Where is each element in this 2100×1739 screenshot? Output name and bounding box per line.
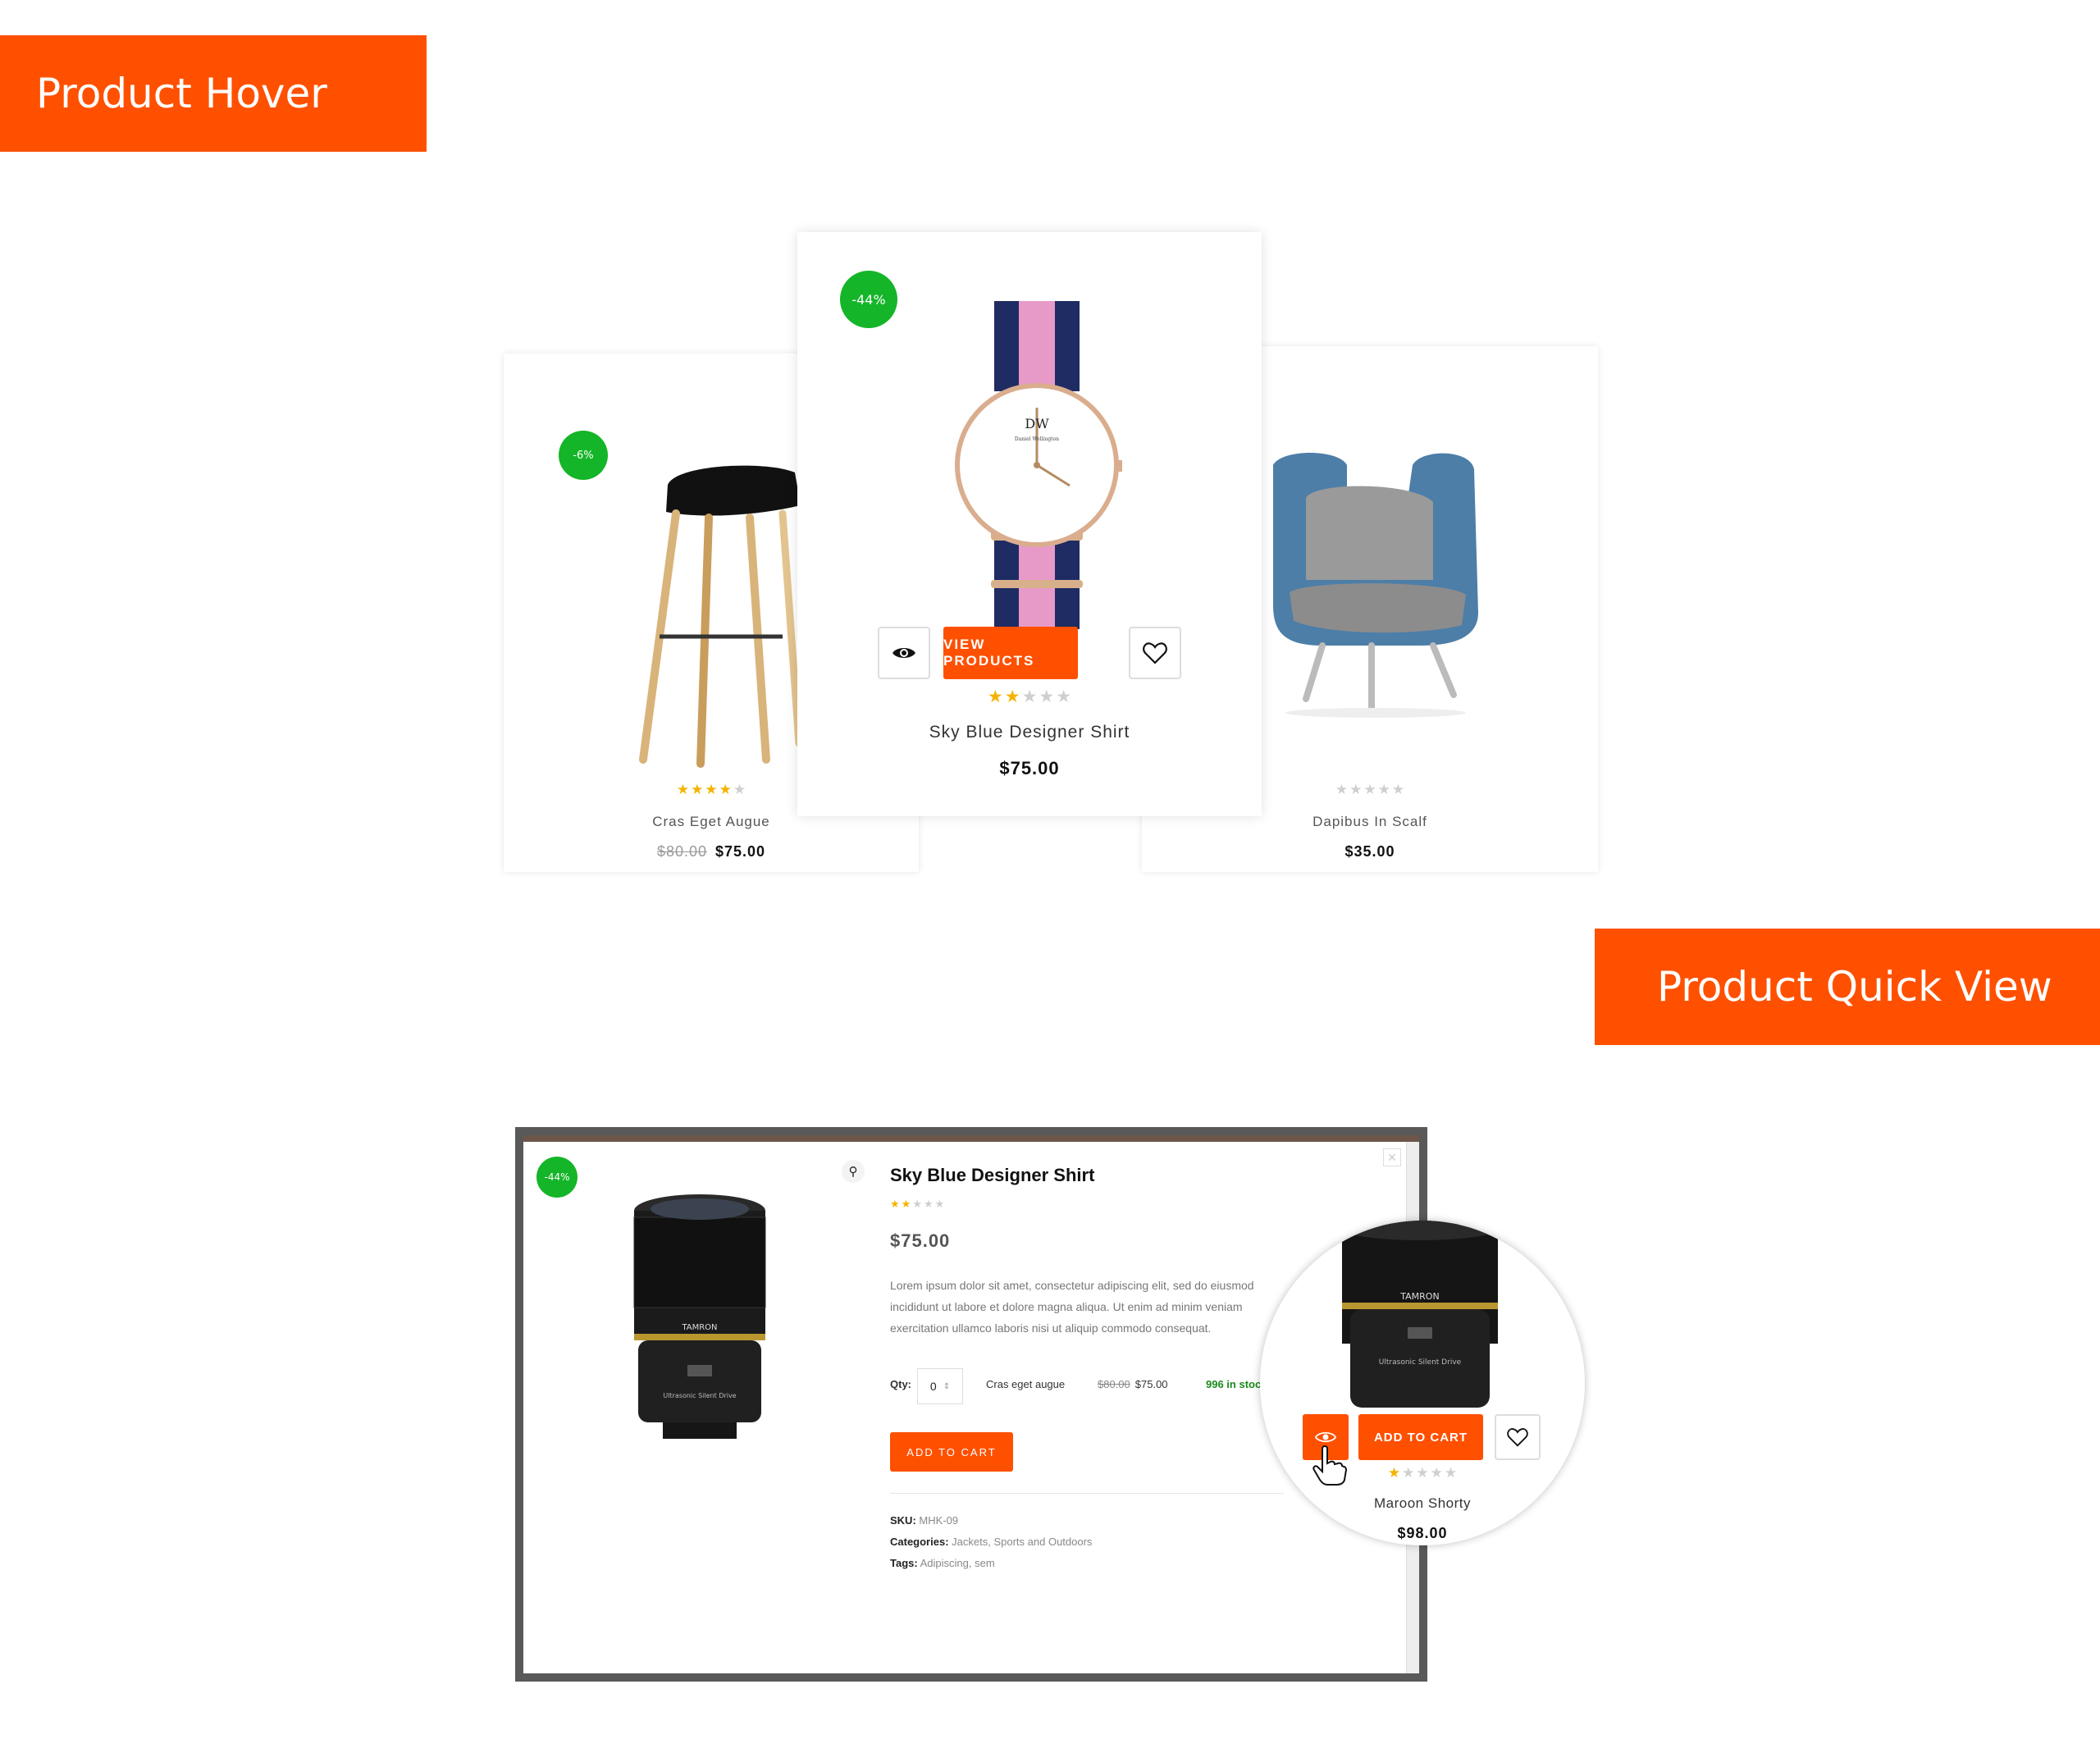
product-name[interactable]: Dapibus In Scalf — [1142, 814, 1598, 830]
star-icon: ★ — [1349, 782, 1363, 797]
old-price: $80.00 — [656, 843, 707, 860]
current-price: $75.00 — [715, 843, 766, 860]
discount-badge-text: -6% — [573, 449, 594, 462]
product-hover-banner-label: Product Hover — [36, 70, 327, 117]
watch-image: DW Daniel Wellington — [955, 301, 1122, 629]
star-icon: ★ — [912, 1198, 922, 1210]
product-price: $35.00 — [1344, 843, 1395, 860]
lens-brand: TAMRON — [681, 1323, 717, 1332]
heart-icon — [1143, 642, 1167, 664]
tag-link[interactable]: Adipiscing — [920, 1557, 969, 1569]
product-price: $80.00 $75.00 — [504, 843, 919, 860]
product-price: $75.00 — [999, 758, 1060, 778]
quick-view-title: Sky Blue Designer Shirt — [890, 1165, 1095, 1185]
star-icon: ★ — [733, 782, 746, 797]
discount-badge-text: -44% — [544, 1171, 570, 1183]
product-hover-banner: Product Hover — [0, 35, 427, 152]
quick-view-price: $75.00 — [890, 1230, 951, 1251]
window-top-bar — [523, 1135, 1419, 1142]
star-icon: ★ — [1363, 782, 1376, 797]
star-icon: ★ — [890, 1198, 900, 1210]
tags-row: Tags: Adipiscing, sem — [890, 1557, 995, 1569]
rating-stars: ★ ★ ★ ★ ★ — [797, 687, 1262, 707]
add-to-cart-button[interactable]: ADD TO CART — [890, 1432, 1013, 1472]
eye-icon — [892, 648, 915, 658]
sku-label: SKU: — [890, 1514, 916, 1527]
product-name[interactable]: Maroon Shorty — [1260, 1495, 1585, 1512]
discount-badge: -44% — [536, 1157, 578, 1198]
close-icon[interactable]: ✕ — [1383, 1148, 1401, 1166]
camera-lens-image: TAMRON Ultrasonic Silent Drive — [1342, 1221, 1498, 1408]
star-icon: ★ — [1377, 782, 1390, 797]
armchair-image — [1273, 453, 1478, 718]
watch-brand: DW — [1025, 416, 1049, 431]
product-price: $98.00 — [1397, 1525, 1448, 1541]
eye-icon — [1315, 1431, 1336, 1443]
star-icon: ★ — [1335, 782, 1349, 797]
view-products-button[interactable]: VIEW PRODUCTS — [943, 627, 1078, 679]
star-icon: ★ — [691, 782, 704, 797]
product-quick-view-banner: Product Quick View — [1595, 929, 2100, 1045]
quick-view-description: Lorem ipsum dolor sit amet, consectetur … — [890, 1279, 1254, 1335]
star-icon: ★ — [1430, 1465, 1443, 1481]
bar-stool-image — [639, 465, 803, 768]
product-name[interactable]: Sky Blue Designer Shirt — [797, 723, 1262, 742]
sku-value: MHK-09 — [919, 1514, 959, 1527]
categories-row: Categories: Jackets, Sports and Outdoors — [890, 1536, 1093, 1548]
categories-label: Categories: — [890, 1536, 949, 1548]
star-icon: ★ — [1391, 782, 1405, 797]
star-icon: ★ — [1004, 687, 1020, 706]
star-icon: ★ — [1444, 1465, 1458, 1481]
tag-link[interactable]: sem — [975, 1557, 995, 1569]
variant-old-price: $80.00 — [1098, 1378, 1130, 1390]
qty-input[interactable]: 0 ⇕ — [917, 1368, 963, 1404]
star-icon: ★ — [923, 1198, 934, 1210]
star-icon: ★ — [901, 1198, 911, 1210]
star-icon: ★ — [1021, 687, 1038, 706]
rating-stars: ★ ★ ★ ★ ★ — [890, 1198, 944, 1211]
product-card-hovered[interactable]: -44% DW Daniel Wellington VIEW PRODUCTS … — [797, 232, 1262, 816]
star-icon: ★ — [705, 782, 718, 797]
discount-badge: -6% — [559, 431, 608, 480]
category-link[interactable]: Jackets — [952, 1536, 988, 1548]
discount-badge: -44% — [840, 271, 897, 328]
star-icon: ★ — [719, 782, 732, 797]
lens-brand: TAMRON — [1399, 1291, 1439, 1302]
rating-stars: ★ ★ ★ ★ ★ — [1260, 1465, 1585, 1481]
category-link[interactable]: Sports and Outdoors — [993, 1536, 1092, 1548]
stepper-icon[interactable]: ⇕ — [943, 1382, 950, 1391]
quick-view-button[interactable] — [878, 627, 930, 679]
star-icon: ★ — [934, 1198, 945, 1210]
product-name[interactable]: Cras Eget Augue — [504, 814, 919, 830]
star-icon: ★ — [1039, 687, 1055, 706]
qty-value: 0 — [929, 1380, 937, 1393]
star-icon: ★ — [1402, 1465, 1415, 1481]
wishlist-button[interactable] — [1129, 627, 1181, 679]
zoom-icon[interactable]: ⚲ — [842, 1160, 865, 1183]
magnified-product-card: TAMRON Ultrasonic Silent Drive ADD TO CA… — [1260, 1221, 1585, 1545]
watch-brand-sub: Daniel Wellington — [1015, 436, 1059, 442]
star-icon: ★ — [987, 687, 1003, 706]
variant-price: $80.00 $75.00 — [1098, 1378, 1168, 1390]
divider — [890, 1493, 1284, 1494]
star-icon: ★ — [1387, 1465, 1401, 1481]
sku-row: SKU: MHK-09 — [890, 1514, 958, 1527]
tags-label: Tags: — [890, 1557, 918, 1569]
variant-current-price: $75.00 — [1134, 1378, 1168, 1390]
wishlist-button[interactable] — [1495, 1414, 1541, 1460]
camera-lens-image: TAMRON Ultrasonic Silent Drive — [633, 1194, 766, 1439]
add-to-cart-button[interactable]: ADD TO CART — [1358, 1414, 1483, 1460]
lens-text: Ultrasonic Silent Drive — [1379, 1358, 1462, 1367]
star-icon: ★ — [1056, 687, 1072, 706]
star-icon: ★ — [1416, 1465, 1429, 1481]
lens-text: Ultrasonic Silent Drive — [663, 1392, 736, 1399]
discount-badge-text: -44% — [851, 291, 886, 308]
heart-icon — [1507, 1428, 1528, 1447]
variant-name[interactable]: Cras eget augue — [986, 1378, 1065, 1390]
star-icon: ★ — [676, 782, 690, 797]
qty-label: Qty: — [890, 1378, 911, 1390]
product-quick-view-banner-label: Product Quick View — [1657, 963, 2052, 1011]
